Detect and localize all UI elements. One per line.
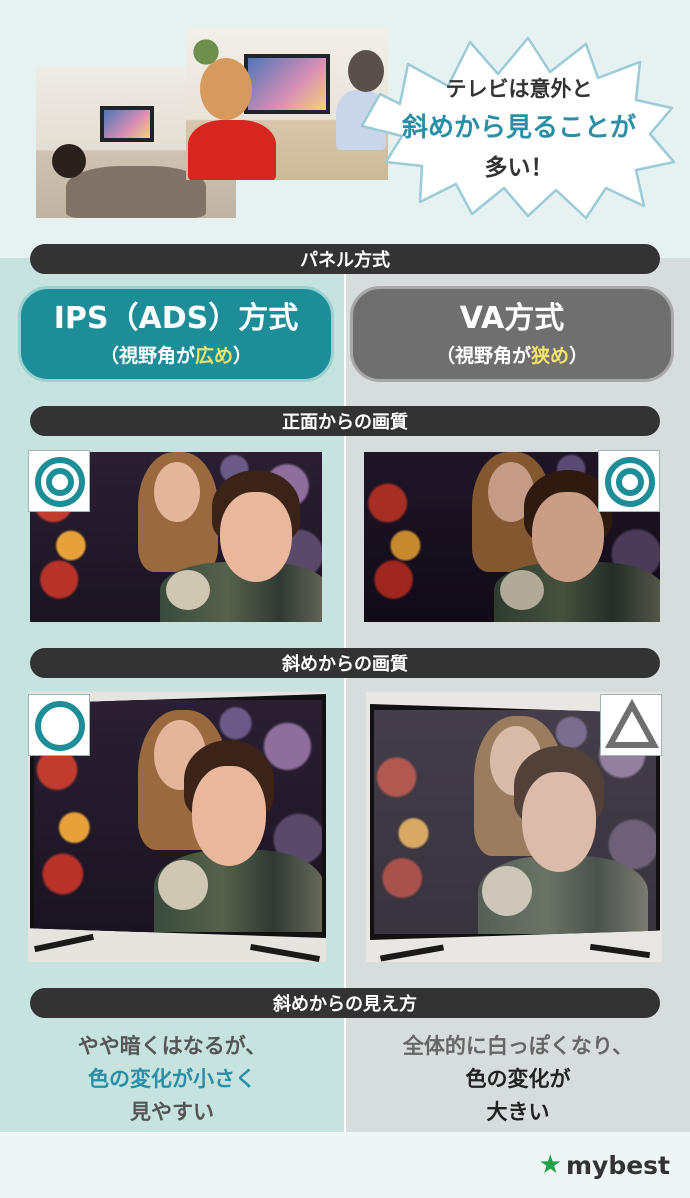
- va-desc-line2: 色の変化が: [465, 1067, 571, 1091]
- ips-desc-line2: 色の変化が小さく: [88, 1067, 256, 1091]
- va-description: 全体的に白っぽくなり、 色の変化が 大きい: [346, 1030, 690, 1129]
- tv-in-photo: [100, 106, 154, 142]
- ips-sub-highlight: 広め: [194, 344, 233, 367]
- ips-desc-line1: やや暗くはなるが、: [77, 1034, 267, 1058]
- ips-panel-label: IPS（ADS）方式 （視野角が広め）: [18, 286, 334, 382]
- va-sub-pre: （視野角が: [435, 344, 531, 367]
- ips-title: IPS（ADS）方式: [53, 300, 299, 336]
- person-red-shirt: [188, 120, 276, 180]
- va-angle-rating-triangle-icon: [600, 694, 662, 756]
- section-bar-front: 正面からの画質: [30, 406, 660, 436]
- star-icon: ★: [538, 1150, 562, 1180]
- logo-text: mybest: [565, 1150, 670, 1180]
- ips-description: やや暗くはなるが、 色の変化が小さく 見やすい: [0, 1030, 344, 1129]
- bubble-line1: テレビは意外と: [445, 76, 593, 101]
- va-sub-post: ）: [569, 344, 589, 367]
- section-bar-angle: 斜めからの画質: [30, 648, 660, 678]
- tv-in-photo-2: [244, 54, 330, 114]
- va-title: VA方式: [459, 300, 565, 336]
- va-front-rating-double-circle-icon: [598, 450, 660, 512]
- section-bar-view: 斜めからの見え方: [30, 988, 660, 1018]
- speech-bubble: テレビは意外と 斜めから見ることが 多い！: [360, 34, 678, 220]
- bubble-line2: 斜めから見ることが: [401, 112, 636, 143]
- ips-desc-line3: 見やすい: [130, 1100, 214, 1124]
- va-subtitle: （視野角が狭め）: [436, 341, 588, 368]
- photo-sitting-viewers: [186, 28, 388, 180]
- ips-sub-pre: （視野角が: [99, 344, 195, 367]
- person-red-head: [200, 58, 252, 120]
- bubble-line3: 多い！: [484, 154, 554, 181]
- va-desc-line1: 全体的に白っぽくなり、: [402, 1034, 634, 1058]
- ips-subtitle: （視野角が広め）: [100, 341, 252, 368]
- va-desc-line3: 大きい: [486, 1100, 550, 1124]
- va-panel-label: VA方式 （視野角が狭め）: [350, 286, 674, 382]
- ips-front-rating-double-circle-icon: [28, 450, 90, 512]
- person-lying: [66, 166, 206, 218]
- ips-sub-post: ）: [233, 344, 253, 367]
- infographic: テレビは意外と 斜めから見ることが 多い！ パネル方式 IPS（ADS）方式 （…: [0, 0, 690, 1198]
- brand-logo: ★ mybest: [539, 1150, 670, 1180]
- person-head: [52, 144, 86, 178]
- ips-angle-rating-circle-icon: [28, 694, 90, 756]
- va-sub-highlight: 狭め: [530, 344, 569, 367]
- section-bar-panel: パネル方式: [30, 244, 660, 274]
